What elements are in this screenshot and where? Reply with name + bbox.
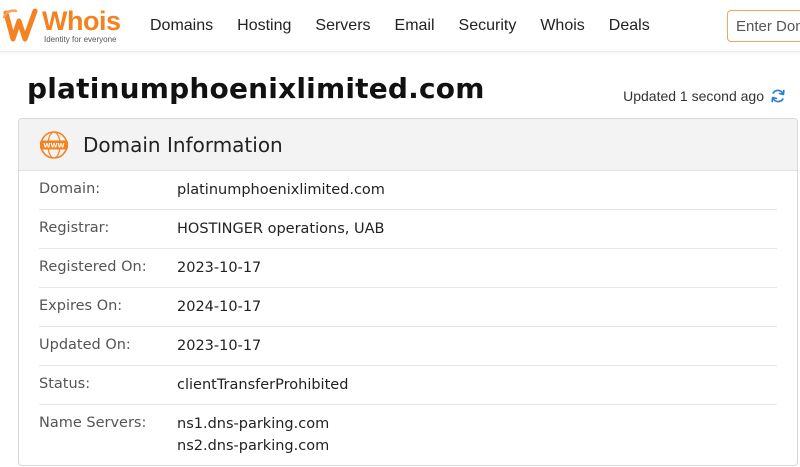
- nav-item-domains[interactable]: Domains: [138, 0, 225, 52]
- www-globe-icon: WWW: [40, 130, 68, 159]
- main-nav: Domains Hosting Servers Email Security W…: [138, 0, 662, 52]
- row-value-line: platinumphoenixlimited.com: [177, 182, 385, 198]
- card-header: WWW Domain Information: [19, 119, 797, 171]
- w-swoosh-logo-icon: [2, 8, 38, 42]
- domain-search-input[interactable]: [727, 10, 800, 42]
- table-row: Name Servers: ns1.dns-parking.com ns2.dns-…: [39, 405, 777, 457]
- table-row: Status: clientTransferProhibited: [39, 366, 777, 405]
- row-value-line: ns1.dns-parking.com: [177, 416, 330, 432]
- row-value-line: ns2.dns-parking.com: [177, 438, 330, 454]
- row-label: Name Servers:: [39, 415, 147, 431]
- table-row: Domain: platinumphoenixlimited.com: [39, 171, 777, 210]
- row-value-line: HOSTINGER operations, UAB: [177, 221, 385, 237]
- nav-item-deals[interactable]: Deals: [597, 0, 662, 52]
- whois-logo[interactable]: Whois Identity for everyone: [0, 4, 128, 48]
- row-label: Expires On:: [39, 298, 123, 314]
- table-row: Updated On: 2023-10-17: [39, 327, 777, 366]
- logo-wordmark: Whois: [42, 6, 121, 36]
- row-value: clientTransferProhibited: [177, 364, 348, 396]
- table-row: Expires On: 2024-10-17: [39, 288, 777, 327]
- refresh-icon[interactable]: [770, 88, 786, 104]
- card-title: Domain Information: [83, 132, 283, 157]
- last-updated-text: Updated 1 second ago: [623, 88, 764, 104]
- row-value: HOSTINGER operations, UAB: [177, 208, 384, 240]
- nav-item-security[interactable]: Security: [447, 0, 529, 52]
- nav-item-servers[interactable]: Servers: [303, 0, 382, 52]
- svg-text:WWW: WWW: [43, 141, 64, 149]
- nav-item-whois[interactable]: Whois: [528, 0, 596, 52]
- row-label: Updated On:: [39, 337, 131, 353]
- row-value: ns1.dns-parking.com ns2.dns-parking.com: [177, 403, 329, 457]
- row-label: Registrar:: [39, 220, 110, 236]
- nav-item-email[interactable]: Email: [383, 0, 447, 52]
- page-title: platinumphoenixlimited.com: [27, 72, 485, 105]
- row-value: 2024-10-17: [177, 286, 261, 318]
- table-row: Registrar: HOSTINGER operations, UAB: [39, 210, 777, 249]
- row-value: 2023-10-17: [177, 325, 261, 357]
- row-label: Status:: [39, 376, 91, 392]
- row-value-line: 2023-10-17: [177, 260, 262, 276]
- row-label: Registered On:: [39, 259, 147, 275]
- table-row: Registered On: 2023-10-17: [39, 249, 777, 288]
- row-value-line: 2023-10-17: [177, 338, 262, 354]
- row-value-line: clientTransferProhibited: [177, 377, 349, 393]
- row-label: Domain:: [39, 181, 101, 197]
- top-navigation-bar: Whois Identity for everyone Domains Host…: [0, 0, 800, 52]
- row-value: 2023-10-17: [177, 247, 261, 279]
- row-value-line: 2024-10-17: [177, 299, 262, 315]
- row-value: platinumphoenixlimited.com: [177, 169, 385, 201]
- domain-info-table: Domain: platinumphoenixlimited.com Registr…: [19, 171, 797, 457]
- domain-information-card: WWW Domain Information Domain: platinumph…: [18, 118, 798, 466]
- nav-item-hosting[interactable]: Hosting: [225, 0, 303, 52]
- last-updated: Updated 1 second ago: [623, 88, 786, 104]
- logo-tagline: Identity for everyone: [44, 35, 117, 44]
